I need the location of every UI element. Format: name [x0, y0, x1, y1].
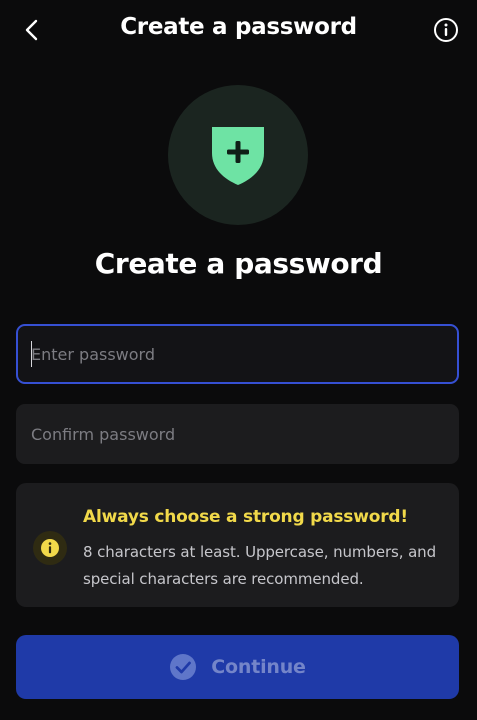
page-title: Create a password	[94, 247, 383, 280]
notice-title: Always choose a strong password!	[83, 507, 408, 527]
shield-plus-icon	[212, 127, 264, 185]
confirm-password-input[interactable]	[31, 424, 459, 444]
password-field[interactable]	[16, 324, 459, 384]
confirm-password-field[interactable]	[16, 404, 459, 464]
notice-badge	[33, 531, 67, 565]
password-tip-card: Always choose a strong password! 8 chara…	[16, 483, 459, 607]
header: Create a password	[0, 0, 477, 62]
info-button[interactable]	[429, 13, 463, 47]
continue-label: Continue	[211, 656, 306, 678]
check-circle-icon	[170, 654, 197, 680]
password-input[interactable]	[31, 344, 457, 364]
notice-body: 8 characters at least. Uppercase, number…	[83, 543, 437, 588]
info-icon	[434, 18, 458, 42]
header-title: Create a password	[120, 14, 357, 40]
text-caret	[31, 341, 32, 367]
shield-badge	[168, 85, 308, 225]
info-icon	[41, 539, 59, 557]
continue-button[interactable]: Continue	[16, 635, 459, 699]
